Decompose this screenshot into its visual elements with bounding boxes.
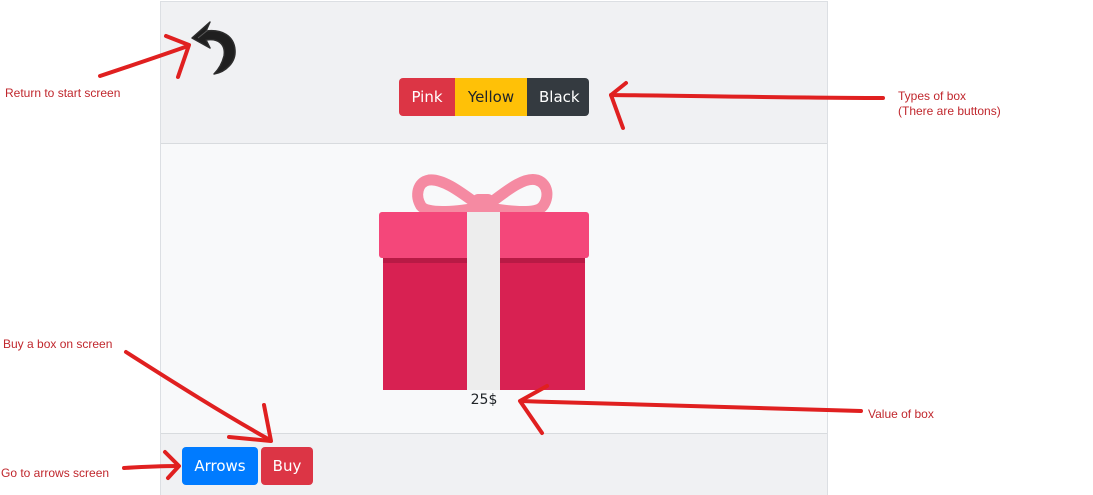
- annotation-types: Types of box (There are buttons): [898, 89, 1001, 119]
- annotation-buy: Buy a box on screen: [3, 337, 113, 351]
- box-type-button-group: Pink Yellow Black: [399, 78, 589, 116]
- back-arrow-icon[interactable]: [188, 18, 238, 76]
- gift-box-icon: [377, 162, 589, 390]
- annotation-value: Value of box: [868, 407, 934, 421]
- app-footer: Arrows Buy: [161, 433, 827, 495]
- app-header: Pink Yellow Black: [161, 2, 827, 144]
- black-button[interactable]: Black: [527, 78, 589, 116]
- buy-button[interactable]: Buy: [261, 447, 313, 485]
- annotation-types-line2: (There are buttons): [898, 104, 1001, 118]
- gift-display-area: 25$: [161, 145, 827, 433]
- yellow-button[interactable]: Yellow: [455, 78, 527, 116]
- annotation-return: Return to start screen: [5, 86, 121, 100]
- annotation-types-line1: Types of box: [898, 89, 967, 103]
- arrows-button[interactable]: Arrows: [182, 447, 258, 485]
- app-window: Pink Yellow Black 25$ Arrows Buy: [160, 1, 828, 495]
- pink-button[interactable]: Pink: [399, 78, 455, 116]
- price-label: 25$: [470, 392, 498, 408]
- annotation-arrows: Go to arrows screen: [1, 466, 110, 480]
